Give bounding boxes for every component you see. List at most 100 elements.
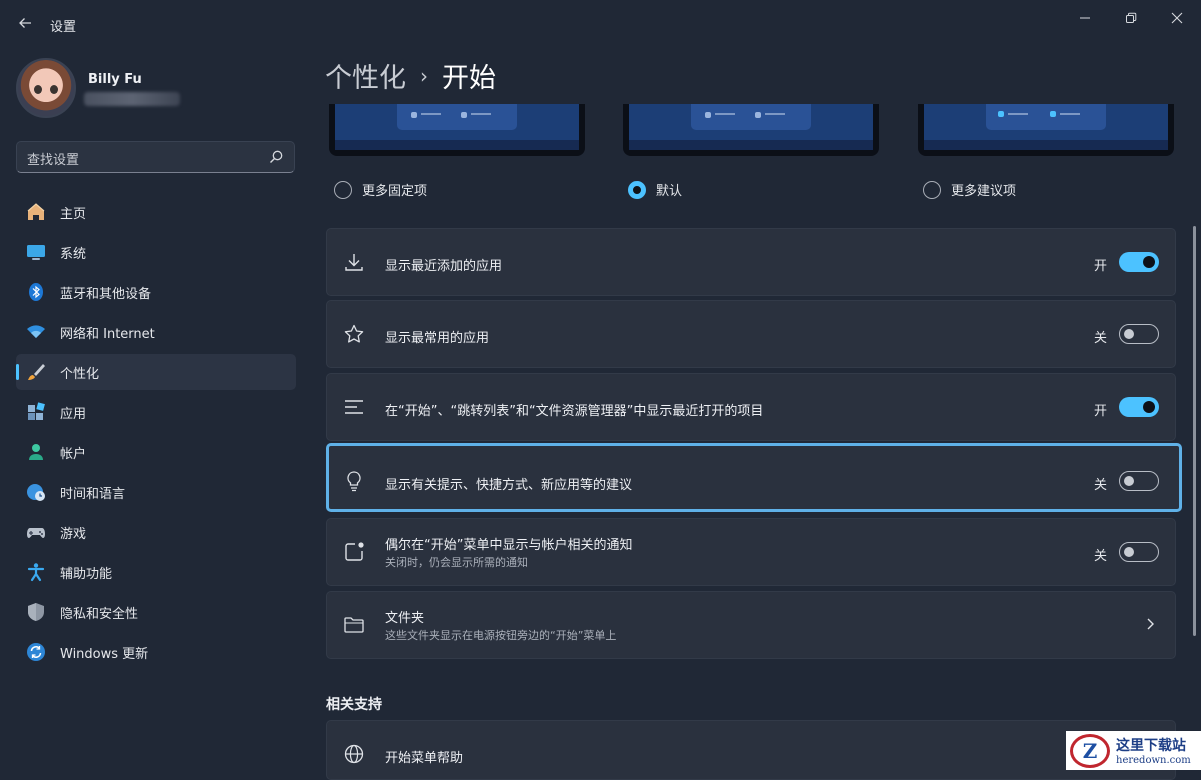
- toggle-state-label: 关: [1093, 331, 1107, 346]
- avatar[interactable]: [16, 58, 76, 118]
- sidebar-item-accessibility[interactable]: 辅助功能: [16, 554, 296, 590]
- start-menu-help[interactable]: 开始菜单帮助: [326, 720, 1176, 780]
- layout-preview-more-recommendations[interactable]: [918, 104, 1174, 156]
- update-icon: [26, 642, 46, 662]
- preview-item: [1008, 113, 1028, 115]
- search-input[interactable]: 查找设置: [16, 141, 295, 173]
- setting-recently-added-apps[interactable]: 显示最近添加的应用 开: [326, 228, 1176, 296]
- preview-item: [411, 112, 417, 118]
- close-icon: [1171, 12, 1183, 24]
- sidebar-item-home[interactable]: 主页: [16, 194, 296, 230]
- preview-item: [705, 112, 711, 118]
- setting-tips-suggestions[interactable]: 显示有关提示、快捷方式、新应用等的建议 关: [326, 443, 1182, 512]
- person-icon: [26, 442, 46, 462]
- toggle-state-label: 开: [1093, 404, 1107, 419]
- minimize-button[interactable]: [1062, 6, 1108, 30]
- radio-circle: [628, 180, 646, 199]
- preview-item: [471, 113, 491, 115]
- toggle-switch[interactable]: [1119, 252, 1159, 272]
- close-button[interactable]: [1154, 6, 1200, 30]
- layout-preview-more-pins[interactable]: [329, 104, 585, 156]
- sidebar-item-bluetooth[interactable]: 蓝牙和其他设备: [16, 274, 296, 310]
- globe-icon: [344, 744, 364, 764]
- sidebar-item-windows-update[interactable]: Windows 更新: [16, 634, 296, 670]
- layout-preview-default[interactable]: [623, 104, 879, 156]
- setting-title: 在“开始”、“跳转列表”和“文件资源管理器”中显示最近打开的项目: [385, 404, 764, 419]
- sidebar-item-accounts[interactable]: 帐户: [16, 434, 296, 470]
- setting-title: 显示有关提示、快捷方式、新应用等的建议: [385, 478, 633, 493]
- home-icon: [26, 202, 46, 222]
- sidebar-item-label: 网络和 Internet: [60, 326, 155, 342]
- toggle-switch[interactable]: [1119, 471, 1159, 491]
- search-icon[interactable]: [268, 149, 284, 165]
- sidebar-item-system[interactable]: 系统: [16, 234, 296, 270]
- avatar-eye: [50, 85, 58, 94]
- watermark-text: 这里下载站 heredown.com: [1116, 735, 1191, 766]
- scrollbar[interactable]: [1193, 226, 1196, 636]
- download-icon: [345, 254, 363, 271]
- sidebar-item-label: 蓝牙和其他设备: [60, 286, 152, 302]
- user-email-redacted: [84, 92, 180, 106]
- section-heading: 相关支持: [326, 697, 382, 713]
- preview-item: [421, 113, 441, 115]
- preview-start-menu: [691, 104, 811, 130]
- setting-folders[interactable]: 文件夹 这些文件夹显示在电源按钮旁边的“开始”菜单上: [326, 591, 1176, 659]
- setting-title: 显示最近添加的应用: [385, 259, 503, 274]
- arrow-left-icon: [19, 18, 31, 28]
- radio-default[interactable]: 默认: [628, 180, 682, 199]
- sidebar: Billy Fu 查找设置 主页 系统 蓝牙和其他设备 网络和 Internet…: [0, 48, 310, 770]
- sidebar-item-gaming[interactable]: 游戏: [16, 514, 296, 550]
- radio-label: 更多建议项: [951, 184, 1017, 199]
- sidebar-item-label: 帐户: [60, 446, 87, 462]
- help-title: 开始菜单帮助: [385, 751, 464, 766]
- minimize-icon: [1080, 17, 1090, 19]
- setting-subtitle: 关闭时，仍会显示所需的通知: [385, 556, 528, 569]
- setting-most-used-apps[interactable]: 显示最常用的应用 关: [326, 300, 1176, 368]
- breadcrumb-separator: ›: [420, 63, 428, 88]
- sidebar-item-apps[interactable]: 应用: [16, 394, 296, 430]
- toggle-switch[interactable]: [1119, 397, 1159, 417]
- toggle-state-label: 关: [1093, 478, 1107, 493]
- sidebar-item-personalization[interactable]: 个性化: [16, 354, 296, 390]
- list-icon: [345, 400, 363, 414]
- maximize-button[interactable]: [1108, 6, 1154, 30]
- back-button[interactable]: [14, 12, 36, 34]
- wifi-icon: [26, 322, 46, 342]
- chevron-right-icon: [1147, 618, 1154, 630]
- sidebar-item-privacy[interactable]: 隐私和安全性: [16, 594, 296, 630]
- toggle-switch[interactable]: [1119, 324, 1159, 344]
- watermark: Z 这里下载站 heredown.com: [1066, 731, 1201, 770]
- preview-item: [765, 113, 785, 115]
- setting-title: 显示最常用的应用: [385, 331, 490, 346]
- breadcrumb-parent[interactable]: 个性化: [325, 56, 406, 95]
- preview-item: [461, 112, 467, 118]
- preview-taskbar: [335, 140, 579, 150]
- page-title: 开始: [442, 63, 496, 94]
- sidebar-item-label: 游戏: [60, 526, 87, 542]
- preview-start-menu: [986, 104, 1106, 130]
- sidebar-item-time-language[interactable]: 时间和语言: [16, 474, 296, 510]
- setting-title: 偶尔在“开始”菜单中显示与帐户相关的通知: [385, 538, 633, 553]
- toggle-state-label: 关: [1093, 549, 1107, 564]
- radio-more-recommendations[interactable]: 更多建议项: [923, 180, 1016, 199]
- watermark-en: heredown.com: [1116, 755, 1191, 766]
- toggle-switch[interactable]: [1119, 542, 1159, 562]
- preview-item: [755, 112, 761, 118]
- setting-recent-items[interactable]: 在“开始”、“跳转列表”和“文件资源管理器”中显示最近打开的项目 开: [326, 373, 1176, 441]
- sidebar-item-label: 隐私和安全性: [60, 606, 139, 622]
- preview-taskbar: [924, 140, 1168, 150]
- brush-icon: [26, 362, 46, 382]
- setting-account-notifications[interactable]: 偶尔在“开始”菜单中显示与帐户相关的通知 关闭时，仍会显示所需的通知 关: [326, 518, 1176, 586]
- sidebar-item-label: 主页: [60, 206, 87, 222]
- title-bar: 设置: [0, 0, 1201, 48]
- breadcrumb: 个性化 › 开始: [325, 56, 496, 95]
- radio-circle: [334, 180, 352, 199]
- nav-list: 主页 系统 蓝牙和其他设备 网络和 Internet 个性化 应用 帐户 时间和…: [16, 194, 296, 674]
- globe-clock-icon: [26, 482, 46, 502]
- preview-item: [1060, 113, 1080, 115]
- watermark-logo: Z: [1070, 733, 1110, 768]
- lightbulb-icon: [347, 471, 361, 492]
- radio-more-pins[interactable]: 更多固定项: [334, 180, 427, 199]
- toggle-state-label: 开: [1093, 259, 1107, 274]
- sidebar-item-network[interactable]: 网络和 Internet: [16, 314, 296, 350]
